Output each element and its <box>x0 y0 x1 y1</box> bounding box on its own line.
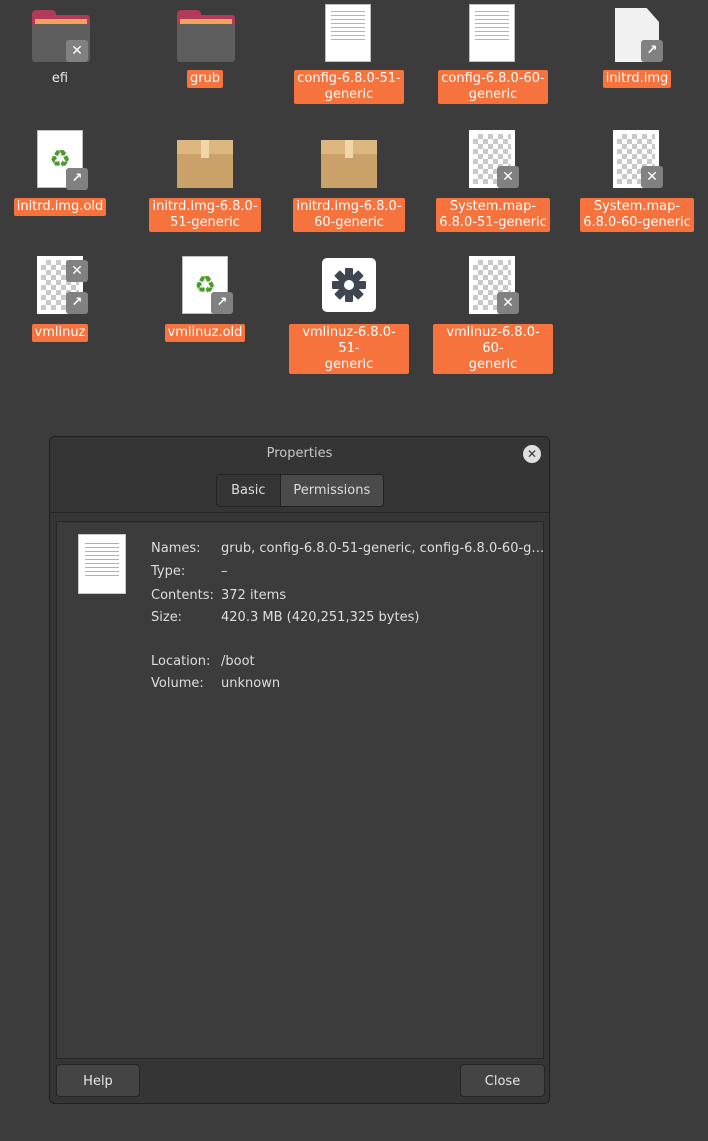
desktop-item-initrd-img-old[interactable]: ♻ ↗ initrd.img.old <box>0 128 120 238</box>
broken-emblem-icon: ✕ <box>497 166 519 188</box>
broken-emblem-icon: ✕ <box>497 292 519 314</box>
broken-emblem-icon: ✕ <box>66 260 88 282</box>
broken-emblem-icon: ✕ <box>66 40 88 62</box>
desktop-item-config-51[interactable]: config-6.8.0-51- generic <box>289 0 409 110</box>
properties-panel: Names: grub, config-6.8.0-51-generic, co… <box>56 521 544 1059</box>
desktop-item-label: vmlinuz-6.8.0-60- generic <box>433 324 553 374</box>
desktop-item-label: initrd.img-6.8.0- 51-generic <box>149 198 261 232</box>
tab-bar: Basic Permissions <box>216 474 384 507</box>
gear-icon <box>322 258 376 312</box>
prop-value: /boot <box>221 654 255 669</box>
prop-key: Names: <box>151 541 201 556</box>
help-button[interactable]: Help <box>56 1064 140 1097</box>
prop-value: unknown <box>221 676 281 691</box>
broken-emblem-icon: ✕ <box>641 166 663 188</box>
desktop-item-label: config-6.8.0-60- generic <box>438 70 548 104</box>
desktop-item-label: efi <box>51 71 69 86</box>
desktop-item-initrd-img[interactable]: ↗ initrd.img <box>577 0 697 110</box>
prop-value: grub, config-6.8.0-51-generic, config-6.… <box>221 541 545 556</box>
symlink-emblem-icon: ↗ <box>641 40 663 62</box>
desktop-item-label: System.map- 6.8.0-60-generic <box>580 198 694 232</box>
divider <box>50 512 549 513</box>
text-file-icon <box>325 4 371 62</box>
properties-dialog: Properties ✕ Basic Permissions Names: gr… <box>49 436 550 1104</box>
desktop-item-label: grub <box>186 70 224 88</box>
desktop-item-systemmap-60[interactable]: ✕ System.map- 6.8.0-60-generic <box>577 128 697 238</box>
tab-permissions[interactable]: Permissions <box>279 475 383 506</box>
desktop-item-label: initrd.img-6.8.0- 60-generic <box>293 198 405 232</box>
close-icon[interactable]: ✕ <box>523 445 541 463</box>
desktop-item-vmlinuz-51[interactable]: vmlinuz-6.8.0-51- generic <box>289 254 409 374</box>
desktop-item-vmlinuz-60[interactable]: ✕ vmlinuz-6.8.0-60- generic <box>433 254 553 374</box>
text-file-icon <box>78 534 126 594</box>
desktop-item-initrd-60[interactable]: initrd.img-6.8.0- 60-generic <box>289 128 409 238</box>
prop-key: Size: <box>151 610 183 625</box>
symlink-emblem-icon: ↗ <box>66 168 88 190</box>
prop-value: 420.3 MB (420,251,325 bytes) <box>221 610 420 625</box>
folder-icon <box>177 10 235 62</box>
desktop-item-initrd-51[interactable]: initrd.img-6.8.0- 51-generic <box>145 128 265 238</box>
desktop-item-grub[interactable]: grub <box>145 0 265 110</box>
prop-key: Location: <box>151 654 211 669</box>
symlink-emblem-icon: ↗ <box>66 292 88 314</box>
dialog-title: Properties <box>266 446 333 461</box>
desktop-item-label: vmlinuz.old <box>164 324 246 342</box>
desktop-item-label: System.map- 6.8.0-51-generic <box>436 198 550 232</box>
text-file-icon <box>469 4 515 62</box>
desktop-item-vmlinuz-old[interactable]: ♻ ↗ vmlinuz.old <box>145 254 265 364</box>
symlink-emblem-icon: ↗ <box>211 292 233 314</box>
desktop-item-label: vmlinuz <box>31 324 89 342</box>
prop-key: Contents: <box>151 588 214 603</box>
prop-key: Type: <box>151 564 186 579</box>
package-icon <box>177 140 233 188</box>
prop-value: – <box>221 564 228 579</box>
desktop-item-vmlinuz[interactable]: ✕ ↗ vmlinuz <box>0 254 120 364</box>
prop-value: 372 items <box>221 588 287 603</box>
desktop-item-config-60[interactable]: config-6.8.0-60- generic <box>433 0 553 110</box>
desktop-item-label: vmlinuz-6.8.0-51- generic <box>289 324 409 374</box>
desktop-item-label: initrd.img.old <box>13 198 107 216</box>
prop-key: Volume: <box>151 676 204 691</box>
tab-basic[interactable]: Basic <box>217 475 280 506</box>
desktop-item-efi[interactable]: ✕ efi <box>0 0 120 110</box>
desktop-item-label: config-6.8.0-51- generic <box>294 70 404 104</box>
desktop-item-systemmap-51[interactable]: ✕ System.map- 6.8.0-51-generic <box>433 128 553 238</box>
package-icon <box>321 140 377 188</box>
desktop-item-label: initrd.img <box>602 70 672 88</box>
close-button[interactable]: Close <box>460 1064 545 1097</box>
